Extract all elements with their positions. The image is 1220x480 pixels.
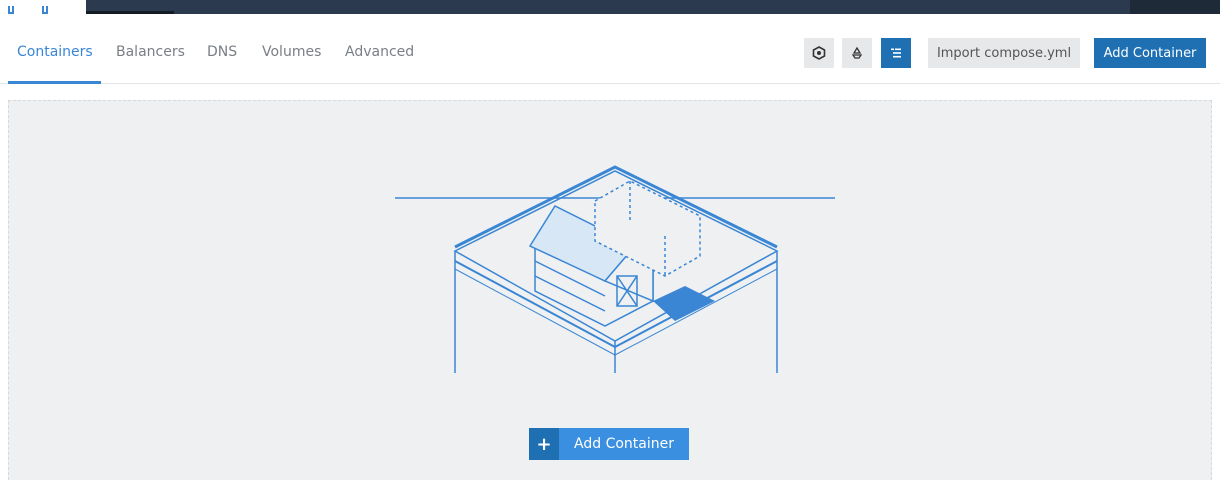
top-navigation-bar [86,0,1220,14]
list-view-button[interactable] [881,38,911,68]
hexagon-view-button[interactable] [804,38,834,68]
tab-volumes[interactable]: Volumes [262,44,321,60]
tab-balancers[interactable]: Balancers [116,44,185,60]
plus-icon: + [529,428,559,460]
tab-advanced[interactable]: Advanced [345,44,414,60]
empty-state-add-container-button[interactable]: + Add Container [529,428,689,460]
top-nav-user-area[interactable] [1130,0,1220,14]
active-tab-indicator [8,81,101,84]
top-bar [0,0,1220,14]
sub-navigation-tabs: Containers Balancers DNS Volumes Advance… [0,14,1220,84]
barn-farm-illustration [395,165,835,373]
empty-state-panel: + Add Container [8,100,1212,480]
recycle-view-button[interactable] [842,38,872,68]
add-container-button[interactable]: Add Container [1094,38,1206,68]
tab-containers[interactable]: Containers [17,44,93,60]
logo[interactable] [8,6,68,14]
import-compose-button[interactable]: Import compose.yml [928,38,1080,68]
list-tree-icon [891,48,901,58]
hexagon-icon [812,46,826,60]
tab-dns[interactable]: DNS [207,44,237,60]
empty-state-add-container-label: Add Container [559,428,689,460]
recycle-icon [851,46,863,59]
